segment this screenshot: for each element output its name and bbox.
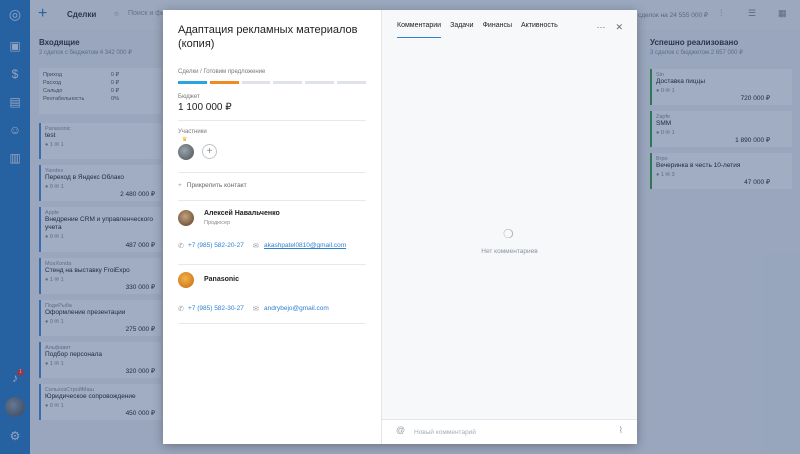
deal-stage-label[interactable]: Сделки / Готовим предложение	[178, 69, 265, 75]
stage-progress[interactable]	[178, 81, 366, 84]
contact-phone[interactable]: +7 (985) 582-20-27	[188, 242, 244, 249]
mail-icon: ✉	[253, 306, 259, 313]
paperclip-icon[interactable]: ⌇	[619, 425, 623, 436]
comment-bar: @ ⌇	[382, 419, 637, 444]
comment-input[interactable]	[414, 426, 604, 438]
phone-icon: ✆	[178, 243, 184, 250]
divider	[178, 172, 366, 173]
stage-segment[interactable]	[178, 81, 207, 84]
modal-tabs: Комментарии Задачи Финансы Активность	[397, 22, 558, 38]
deal-title[interactable]: Адаптация рекламных материалов (копия)	[178, 23, 368, 51]
close-icon[interactable]: ✕	[615, 22, 623, 32]
stage-segment[interactable]	[337, 81, 366, 84]
contact-role: Продюсер	[204, 220, 231, 226]
plus-icon: +	[178, 182, 182, 189]
divider	[178, 200, 366, 201]
mail-icon: ✉	[253, 243, 259, 250]
attach-contact-label: Прикрепить контакт	[186, 182, 247, 189]
tab-tasks[interactable]: Задачи	[450, 22, 474, 38]
company-phone[interactable]: +7 (985) 582-30-27	[188, 305, 244, 312]
comments-empty-icon: ❍	[503, 227, 514, 241]
contact-email[interactable]: akashpatel0810@gmail.com	[264, 242, 346, 249]
deal-modal: Адаптация рекламных материалов (копия) С…	[163, 10, 637, 444]
tab-comments[interactable]: Комментарии	[397, 22, 442, 38]
divider	[178, 120, 366, 121]
stage-segment[interactable]	[273, 81, 303, 84]
budget-value[interactable]: 1 100 000 ₽	[178, 102, 232, 113]
tab-activity[interactable]: Активность	[521, 22, 558, 38]
budget-label: Бюджет	[178, 94, 200, 100]
tab-finance[interactable]: Финансы	[483, 22, 512, 38]
company-email[interactable]: andrybejo@gmail.com	[264, 305, 329, 312]
more-icon[interactable]: ···	[596, 22, 605, 32]
stage-segment[interactable]	[241, 81, 271, 84]
participant-avatar[interactable]	[178, 144, 194, 160]
contact-avatar[interactable]	[178, 210, 194, 226]
participants-label: Участники	[178, 129, 207, 135]
contact-name[interactable]: Алексей Навальченко	[204, 210, 280, 217]
stage-segment[interactable]	[305, 81, 335, 84]
modal-actions: ··· ✕	[596, 22, 623, 33]
mention-icon[interactable]: @	[396, 425, 405, 435]
add-participant-button[interactable]: +	[202, 144, 217, 159]
deal-details-panel: Адаптация рекламных материалов (копия) С…	[163, 10, 382, 444]
empty-comments-text: Нет комментариев	[481, 248, 538, 255]
divider	[178, 323, 366, 324]
phone-icon: ✆	[178, 306, 184, 313]
company-name[interactable]: Panasonic	[204, 276, 239, 283]
stage-segment[interactable]	[209, 81, 239, 84]
divider	[178, 264, 366, 265]
crown-icon: ♛	[182, 137, 188, 143]
company-avatar[interactable]	[178, 272, 194, 288]
attach-contact-button[interactable]: + Прикрепить контакт	[178, 182, 247, 189]
activity-panel: Комментарии Задачи Финансы Активность ··…	[382, 10, 637, 444]
